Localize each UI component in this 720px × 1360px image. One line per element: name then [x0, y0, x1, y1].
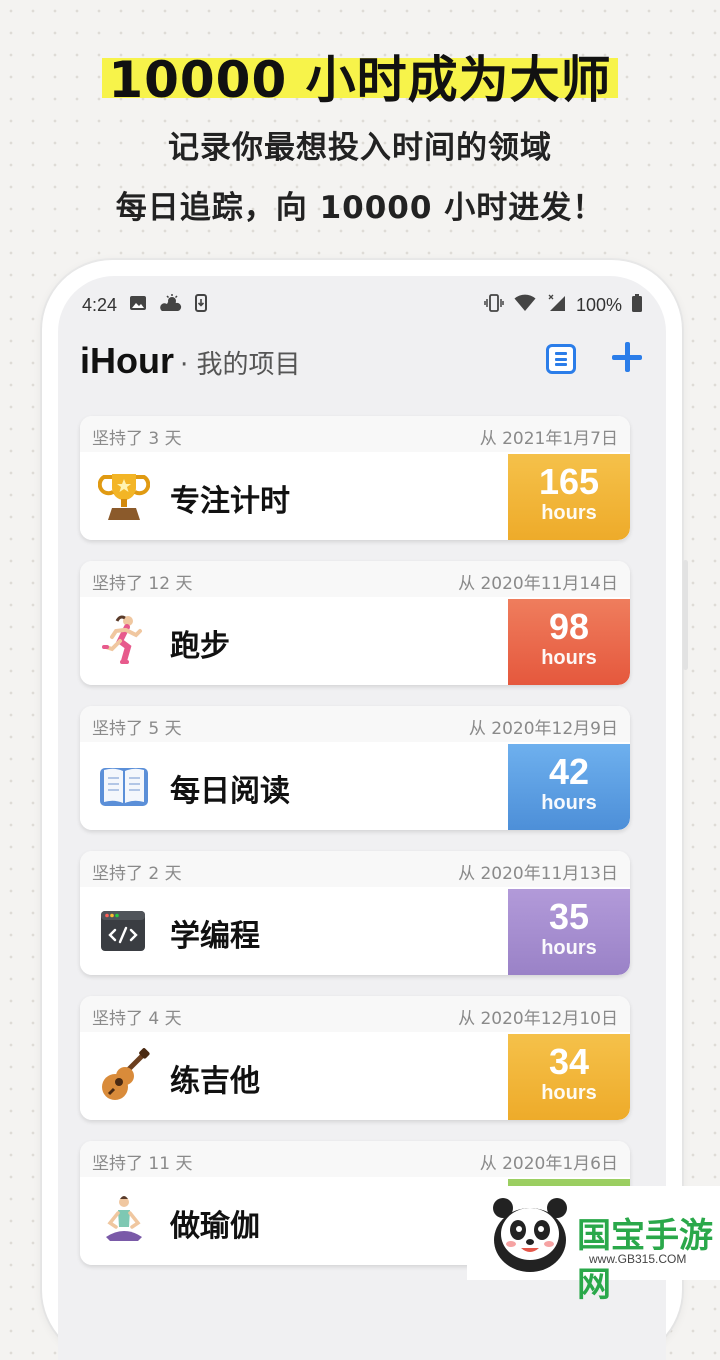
card-body: 跑步 98 hours [80, 599, 630, 685]
download-icon [195, 294, 208, 317]
project-name: 学编程 [170, 919, 260, 954]
project-name: 专注计时 [170, 484, 290, 519]
battery-icon [632, 294, 642, 317]
start-date: 从 2020年12月10日 [458, 1009, 618, 1029]
card-meta: 坚持了 5 天 从 2020年12月9日 [80, 706, 630, 742]
hours-badge: 42 hours [508, 744, 630, 830]
card-meta: 坚持了 4 天 从 2020年12月10日 [80, 996, 630, 1032]
card-meta: 坚持了 3 天 从 2021年1月7日 [80, 416, 630, 452]
yoga-icon [98, 1193, 150, 1249]
hours-unit: hours [541, 792, 597, 814]
card-body: 学编程 35 hours [80, 889, 630, 975]
promo-subtitle-1: 记录你最想投入时间的领域 [168, 130, 552, 166]
vibrate-icon [484, 294, 504, 317]
app-bar: iHour · 我的项目 [80, 340, 646, 400]
kept-days: 坚持了 4 天 [92, 1009, 182, 1029]
hours-value: 34 [548, 1041, 590, 1082]
hours-unit: hours [541, 1082, 597, 1104]
plus-icon[interactable] [610, 340, 644, 374]
start-date: 从 2020年12月9日 [468, 719, 618, 739]
panda-icon [489, 1194, 571, 1278]
project-card[interactable]: 坚持了 4 天 从 2020年12月10日 练吉他 34 hours [80, 996, 630, 1120]
code-icon [98, 903, 150, 959]
card-body: 练吉他 34 hours [80, 1034, 630, 1120]
hours-value: 165 [538, 461, 600, 502]
book-icon [98, 758, 150, 814]
hours-value: 35 [548, 896, 590, 937]
hours-badge: 35 hours [508, 889, 630, 975]
image-icon [129, 295, 147, 316]
hours-unit: hours [541, 502, 597, 524]
hours-unit: hours [541, 647, 597, 669]
status-bar: 4:24 100% [82, 290, 642, 320]
kept-days: 坚持了 12 天 [92, 574, 193, 594]
signal-icon [546, 294, 566, 317]
hours-badge: 165 hours [508, 454, 630, 540]
kept-days: 坚持了 2 天 [92, 864, 182, 884]
start-date: 从 2020年1月6日 [479, 1154, 618, 1174]
phone-side-button [683, 560, 688, 670]
guitar-icon [98, 1048, 150, 1104]
card-body: 专注计时 165 hours [80, 454, 630, 540]
promo-title: 10000 小时成为大师 [108, 51, 612, 109]
hours-unit: hours [541, 937, 597, 959]
hours-value: 98 [548, 606, 590, 647]
watermark: 国宝手游网 www.GB315.COM [467, 1186, 720, 1305]
project-card[interactable]: 坚持了 5 天 从 2020年12月9日 每日阅读 42 hours [80, 706, 630, 830]
list-icon[interactable] [546, 344, 576, 374]
card-meta: 坚持了 12 天 从 2020年11月14日 [80, 561, 630, 597]
project-name: 做瑜伽 [170, 1209, 260, 1244]
watermark-url: www.GB315.COM [589, 1252, 687, 1266]
app-name: iHour [80, 340, 174, 381]
project-name: 每日阅读 [170, 774, 290, 809]
project-name: 跑步 [170, 629, 230, 664]
page-title: · 我的项目 [180, 350, 301, 380]
hours-value: 42 [548, 751, 590, 792]
hours-badge: 98 hours [508, 599, 630, 685]
start-date: 从 2020年11月13日 [458, 864, 618, 884]
wifi-icon [514, 294, 536, 317]
card-body: 每日阅读 42 hours [80, 744, 630, 830]
project-card[interactable]: 坚持了 2 天 从 2020年11月13日 学编程 35 hours [80, 851, 630, 975]
hours-badge: 34 hours [508, 1034, 630, 1120]
project-card[interactable]: 坚持了 12 天 从 2020年11月14日 跑步 98 hours [80, 561, 630, 685]
project-card[interactable]: 坚持了 3 天 从 2021年1月7日 专注计时 165 hours [80, 416, 630, 540]
card-meta: 坚持了 11 天 从 2020年1月6日 [80, 1141, 630, 1177]
kept-days: 坚持了 5 天 [92, 719, 182, 739]
trophy-icon [97, 468, 151, 524]
start-date: 从 2021年1月7日 [479, 429, 618, 449]
promo-title-block: 10000 小时成为大师 [0, 40, 720, 112]
card-meta: 坚持了 2 天 从 2020年11月13日 [80, 851, 630, 887]
kept-days: 坚持了 3 天 [92, 429, 182, 449]
status-time: 4:24 [82, 295, 118, 315]
weather-icon [159, 294, 183, 317]
project-name: 练吉他 [170, 1064, 260, 1099]
battery-percent: 100% [575, 295, 622, 315]
promo-subtitle-2: 每日追踪，向 10000 小时进发！ [115, 190, 605, 226]
runner-icon [98, 613, 150, 669]
kept-days: 坚持了 11 天 [92, 1154, 193, 1174]
start-date: 从 2020年11月14日 [458, 574, 618, 594]
